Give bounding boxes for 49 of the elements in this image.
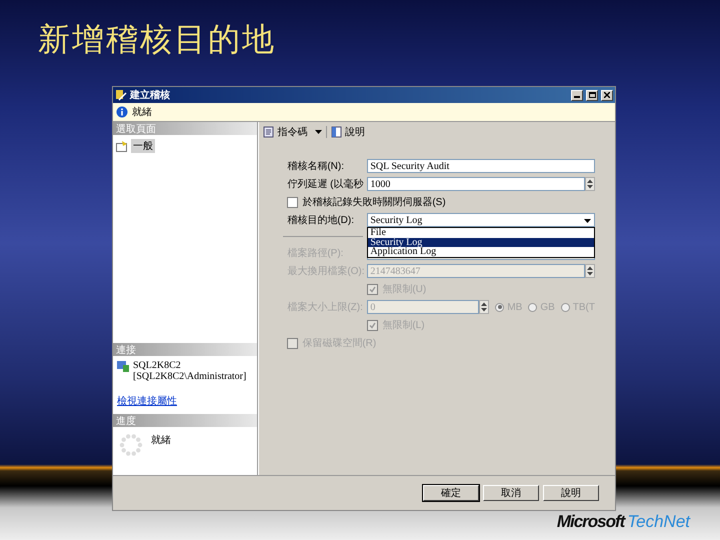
section-header: 選取頁面 (113, 122, 258, 135)
check-icon (369, 286, 376, 292)
toolbar-button[interactable]: 說明 (330, 125, 365, 139)
logo-product: TechNet (627, 512, 690, 532)
info-icon (116, 106, 128, 118)
checkbox-label: 於稽核記錄失敗時關閉伺服器(S) (302, 196, 446, 209)
connection-properties-link[interactable]: 檢視連接屬性 (113, 390, 258, 414)
dropdown-option[interactable]: Security Log (368, 238, 594, 247)
number-field[interactable]: 1000 (367, 177, 585, 191)
section-header: 連接 (113, 343, 258, 356)
dialog-button[interactable]: 取消 (483, 485, 539, 501)
field-label: 稽核名稱(N): (287, 160, 345, 173)
minimize-button[interactable] (571, 90, 583, 100)
spin-button[interactable] (585, 264, 595, 278)
slide-title: 新增稽核目的地 (38, 20, 276, 59)
spin-button[interactable] (479, 300, 490, 314)
spin-arrows-icon (586, 178, 594, 190)
maximize-icon (588, 92, 596, 98)
spinner-icon (119, 433, 143, 457)
spin-arrows-icon (480, 301, 488, 313)
progress-status: 就緒 (151, 434, 171, 448)
page-icon (116, 140, 128, 152)
status-text: 就緒 (132, 106, 152, 119)
dialog-button[interactable]: 說明 (543, 485, 599, 501)
checkbox[interactable] (287, 196, 298, 208)
dropdown-option[interactable]: Application Log (368, 247, 594, 256)
maximize-button[interactable] (586, 90, 598, 100)
server-name: SQL2K8C2 (133, 360, 182, 371)
check-icon (369, 322, 376, 328)
window-title: 建立稽核 (130, 88, 171, 102)
page-item[interactable]: 一般 (131, 139, 155, 153)
logo-brand: Microsoft (556, 512, 624, 532)
help-icon (330, 126, 343, 138)
toolbar-button[interactable]: 指令碼 (263, 125, 322, 139)
server-icon (117, 360, 129, 372)
spin-arrows-icon (586, 265, 594, 277)
script-icon (263, 126, 276, 138)
text-field[interactable]: SQL Security Audit (367, 159, 595, 173)
dialog-button[interactable]: 確定 (423, 485, 479, 501)
field-label: 稽核目的地(D): (287, 214, 355, 227)
spin-button[interactable] (585, 177, 595, 191)
close-button[interactable] (601, 90, 613, 100)
close-icon (604, 92, 610, 98)
field-label: 佇列延遲 (以毫秒 (287, 178, 364, 191)
section-header: 進度 (113, 414, 258, 427)
caret-icon (314, 130, 322, 134)
dropdown-option[interactable]: File (368, 228, 594, 238)
user-name: [SQL2K8C2\Administrator] (133, 371, 246, 382)
window-icon (115, 89, 127, 101)
